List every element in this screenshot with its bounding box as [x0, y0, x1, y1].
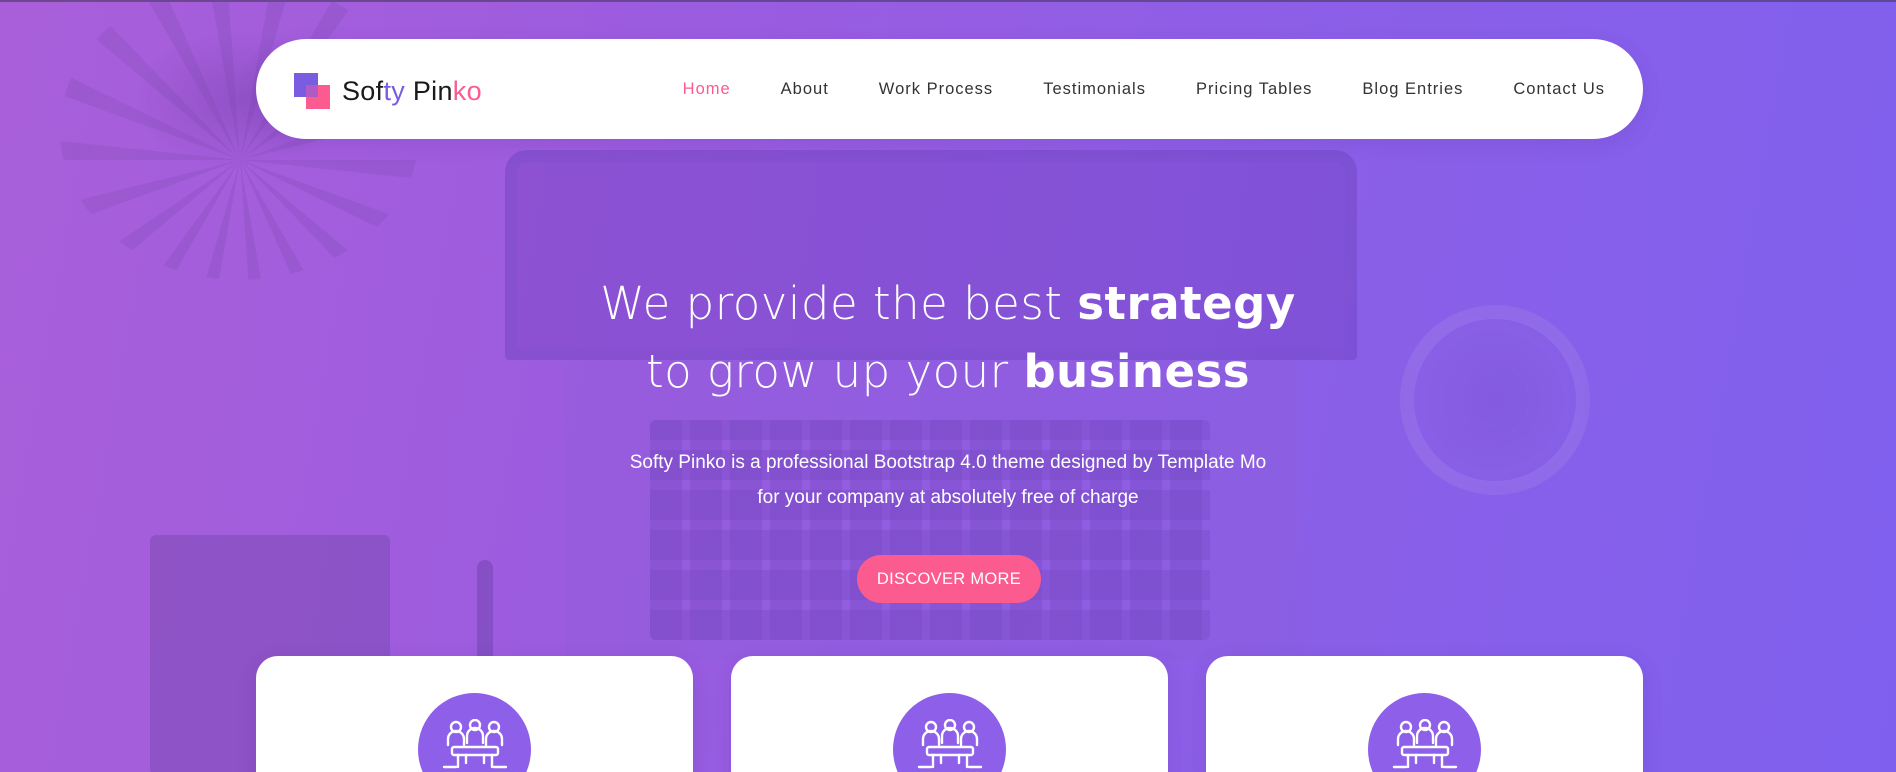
navbar: Softy Pinko Home About Work Process Test… [256, 39, 1643, 139]
hero-subtitle: Softy Pinko is a professional Bootstrap … [548, 445, 1348, 515]
feature-card[interactable] [731, 656, 1168, 772]
nav-work-process[interactable]: Work Process [879, 80, 993, 99]
team-meeting-icon [418, 693, 531, 772]
nav-blog-entries[interactable]: Blog Entries [1362, 80, 1463, 99]
nav-home[interactable]: Home [683, 80, 731, 99]
logo[interactable]: Softy Pinko [294, 71, 482, 111]
team-meeting-icon [1368, 693, 1481, 772]
subtitle-line1: Softy Pinko is a professional Bootstrap … [629, 452, 1267, 473]
headline-line1-bold: strategy [1077, 277, 1296, 330]
team-meeting-icon [893, 693, 1006, 772]
nav-about[interactable]: About [781, 80, 829, 99]
feature-card[interactable] [1206, 656, 1643, 772]
headline-line2-text: to grow up your [645, 345, 1024, 398]
nav-contact-us[interactable]: Contact Us [1513, 80, 1605, 99]
main-navigation: Home About Work Process Testimonials Pri… [633, 39, 1605, 139]
headline-line2-bold: business [1023, 345, 1251, 398]
hero-headline: We provide the best strategy to grow up … [448, 270, 1448, 406]
nav-testimonials[interactable]: Testimonials [1043, 80, 1146, 99]
discover-more-button[interactable]: DISCOVER MORE [857, 555, 1041, 603]
feature-card[interactable] [256, 656, 693, 772]
logo-text: Softy Pinko [342, 75, 482, 106]
nav-pricing-tables[interactable]: Pricing Tables [1196, 80, 1312, 99]
subtitle-line2: for your company at absolutely free of c… [757, 487, 1139, 508]
hero-section: Softy Pinko Home About Work Process Test… [0, 0, 1896, 772]
top-border [0, 0, 1896, 2]
logo-mark-icon [294, 73, 330, 109]
headline-line1-text: We provide the best [600, 277, 1078, 330]
